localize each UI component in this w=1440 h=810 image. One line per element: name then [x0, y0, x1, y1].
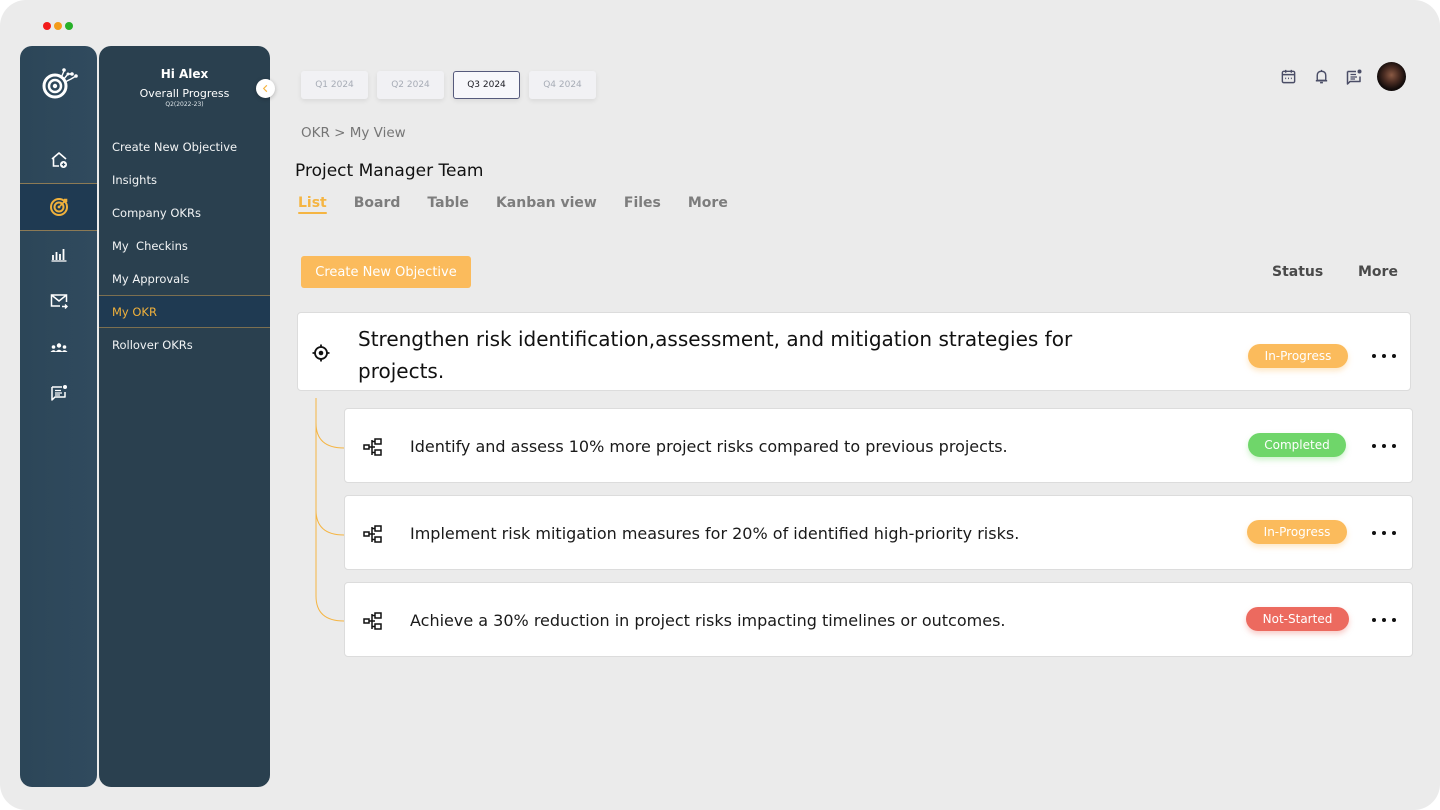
- window-controls: [43, 22, 73, 30]
- menu-item-rollover-okrs[interactable]: Rollover OKRs: [99, 328, 270, 361]
- key-result-card[interactable]: Achieve a 30% reduction in project risks…: [344, 582, 1413, 657]
- avatar[interactable]: [1377, 62, 1406, 91]
- dot-icon: [1392, 444, 1396, 448]
- dot-icon: [1382, 531, 1386, 535]
- target-icon: [49, 198, 68, 216]
- objective-more-button[interactable]: [1372, 346, 1396, 366]
- progress-period: Q2(2022-23): [165, 101, 204, 108]
- menu-item-create-new-objective[interactable]: Create New Objective: [99, 130, 270, 163]
- rail-item-home[interactable]: [20, 136, 97, 184]
- quarter-q3-2024[interactable]: Q3 2024: [453, 71, 520, 99]
- close-window-button[interactable]: [43, 22, 51, 30]
- target-logo-icon[interactable]: [39, 62, 79, 102]
- key-result-more-button[interactable]: [1372, 523, 1396, 543]
- rail-item-okr[interactable]: [20, 183, 97, 231]
- key-result-card[interactable]: Implement risk mitigation measures for 2…: [344, 495, 1413, 570]
- status-badge[interactable]: In-Progress: [1247, 520, 1347, 544]
- notifications-button[interactable]: [1312, 68, 1330, 86]
- status-column-header[interactable]: Status: [1272, 264, 1323, 280]
- tab-table[interactable]: Table: [427, 195, 469, 214]
- create-new-objective-button[interactable]: Create New Objective: [301, 256, 471, 288]
- dot-icon: [1372, 444, 1376, 448]
- key-result-title: Identify and assess 10% more project ris…: [410, 437, 1008, 456]
- okr-menu-panel: Hi Alex Overall Progress Q2(2022-23) Cre…: [99, 46, 275, 787]
- hierarchy-connector: [315, 398, 345, 622]
- quarter-selector: Q1 2024 Q2 2024 Q3 2024 Q4 2024: [301, 71, 596, 99]
- dot-icon: [1392, 531, 1396, 535]
- okr-menu-list: Create New Objective Insights Company OK…: [99, 130, 270, 361]
- overall-progress-label: Overall Progress: [139, 87, 230, 100]
- menu-item-company-okrs[interactable]: Company OKRs: [99, 196, 270, 229]
- dot-icon: [1372, 531, 1376, 535]
- key-result-more-button[interactable]: [1372, 436, 1396, 456]
- dot-icon: [1382, 444, 1386, 448]
- key-result-more-button[interactable]: [1372, 610, 1396, 630]
- bell-icon: [1315, 69, 1327, 84]
- bar-chart-icon: [51, 249, 66, 262]
- dot-icon: [1382, 618, 1386, 622]
- status-badge[interactable]: Completed: [1248, 433, 1346, 457]
- dot-icon: [1382, 354, 1386, 358]
- view-tabs: List Board Table Kanban view Files More: [298, 195, 755, 214]
- dot-icon: [1392, 618, 1396, 622]
- page-title: Project Manager Team: [295, 161, 484, 181]
- dot-icon: [1372, 618, 1376, 622]
- team-icon: [50, 343, 67, 352]
- mail-forward-icon: [50, 294, 68, 309]
- hierarchy-icon: [363, 611, 383, 631]
- more-column-header[interactable]: More: [1358, 264, 1398, 280]
- tab-kanban-view[interactable]: Kanban view: [496, 195, 597, 214]
- app-window: Hi Alex Overall Progress Q2(2022-23) Cre…: [0, 0, 1440, 810]
- hierarchy-icon: [363, 437, 383, 457]
- menu-item-my-okr[interactable]: My OKR: [99, 295, 270, 328]
- rail-item-chat[interactable]: [20, 369, 97, 417]
- status-badge[interactable]: In-Progress: [1248, 344, 1348, 368]
- tab-list[interactable]: List: [298, 195, 327, 214]
- key-result-title: Achieve a 30% reduction in project risks…: [410, 611, 1006, 630]
- objective-title: Strengthen risk identification,assessmen…: [358, 327, 1073, 383]
- icon-rail: [20, 46, 97, 787]
- header-actions: [1279, 62, 1406, 91]
- menu-item-my-approvals[interactable]: My Approvals: [99, 262, 270, 295]
- dot-icon: [1392, 354, 1396, 358]
- rail-item-messages[interactable]: [20, 277, 97, 325]
- status-badge[interactable]: Not-Started: [1246, 607, 1349, 631]
- calendar-button[interactable]: [1279, 68, 1297, 86]
- tab-files[interactable]: Files: [624, 195, 661, 214]
- objective-card[interactable]: Strengthen risk identification,assessmen…: [297, 312, 1411, 391]
- user-progress-header: Hi Alex Overall Progress Q2(2022-23): [99, 46, 270, 108]
- home-add-icon: [50, 152, 67, 168]
- chat-notification-icon: [50, 385, 67, 401]
- rail-item-analytics[interactable]: [20, 230, 97, 278]
- quarter-q4-2024[interactable]: Q4 2024: [529, 71, 596, 99]
- key-result-title: Implement risk mitigation measures for 2…: [410, 524, 1020, 543]
- chevron-left-icon: [262, 84, 268, 93]
- key-result-card[interactable]: Identify and assess 10% more project ris…: [344, 408, 1413, 483]
- maximize-window-button[interactable]: [65, 22, 73, 30]
- tab-board[interactable]: Board: [354, 195, 401, 214]
- breadcrumb: OKR > My View: [301, 125, 406, 141]
- minimize-window-button[interactable]: [54, 22, 62, 30]
- collapse-sidebar-button[interactable]: [256, 79, 275, 98]
- quarter-q2-2024[interactable]: Q2 2024: [377, 71, 444, 99]
- rail-item-team[interactable]: [20, 324, 97, 372]
- hierarchy-icon: [363, 524, 383, 544]
- tab-more[interactable]: More: [688, 195, 728, 214]
- menu-item-my-checkins[interactable]: My Checkins: [99, 229, 270, 262]
- chat-icon: [1346, 69, 1362, 85]
- dot-icon: [1372, 354, 1376, 358]
- calendar-icon: [1281, 69, 1295, 84]
- objective-target-icon: [311, 343, 331, 363]
- quarter-q1-2024[interactable]: Q1 2024: [301, 71, 368, 99]
- messages-button[interactable]: [1345, 68, 1363, 86]
- menu-item-insights[interactable]: Insights: [99, 163, 270, 196]
- greeting: Hi Alex: [160, 67, 209, 81]
